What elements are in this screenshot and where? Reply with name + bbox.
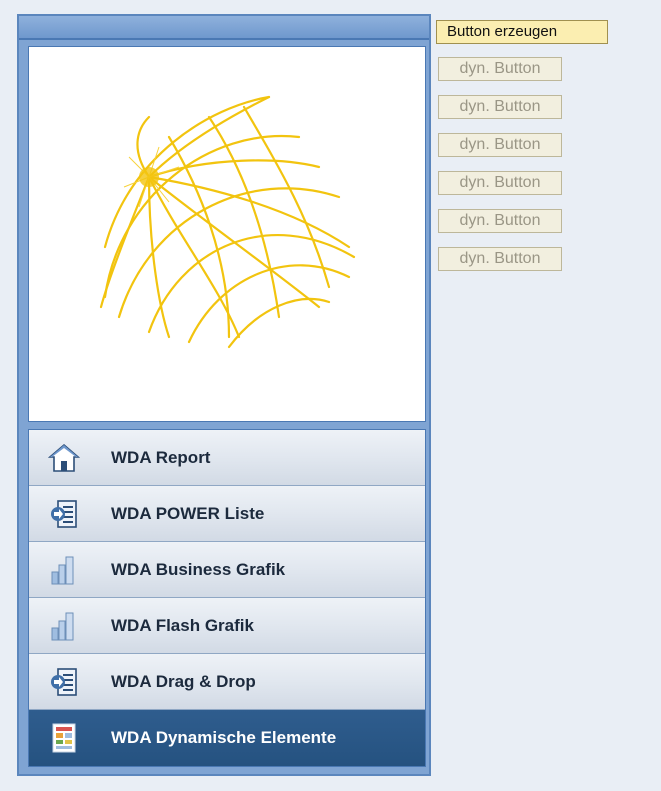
form-elements-icon [47, 721, 81, 755]
bar-chart-icon [47, 609, 81, 643]
nav-item-wda-power-liste[interactable]: WDA POWER Liste [29, 486, 425, 542]
navigation-list: WDA Report WDA POWER Liste WDA Business … [28, 429, 426, 767]
dynamic-button[interactable]: dyn. Button [438, 57, 562, 81]
nav-item-label: WDA Drag & Drop [111, 671, 256, 691]
logo-image-area [28, 46, 426, 422]
nav-item-label: WDA Business Grafik [111, 559, 286, 579]
list-transfer-icon [47, 665, 81, 699]
home-icon [47, 441, 81, 475]
nav-item-label: WDA Flash Grafik [111, 615, 254, 635]
bar-chart-icon [47, 553, 81, 587]
nav-item-wda-business-grafik[interactable]: WDA Business Grafik [29, 542, 425, 598]
dynamic-button-list: dyn. Button dyn. Button dyn. Button dyn.… [438, 57, 562, 285]
nav-item-wda-drag-drop[interactable]: WDA Drag & Drop [29, 654, 425, 710]
nav-item-wda-report[interactable]: WDA Report [29, 430, 425, 486]
globe-logo [99, 95, 356, 349]
nav-item-label: WDA Dynamische Elemente [111, 728, 337, 747]
nav-item-label: WDA POWER Liste [111, 503, 265, 523]
nav-item-wda-dynamische-elemente[interactable]: WDA Dynamische Elemente [29, 710, 425, 766]
dynamic-button[interactable]: dyn. Button [438, 247, 562, 271]
dynamic-button[interactable]: dyn. Button [438, 171, 562, 195]
navigation-panel: WDA Report WDA POWER Liste WDA Business … [17, 14, 431, 776]
nav-item-wda-flash-grafik[interactable]: WDA Flash Grafik [29, 598, 425, 654]
create-button[interactable]: Button erzeugen [436, 20, 608, 44]
list-transfer-icon [47, 497, 81, 531]
nav-item-label: WDA Report [111, 447, 211, 467]
dynamic-button[interactable]: dyn. Button [438, 95, 562, 119]
panel-header [19, 16, 429, 40]
dynamic-button[interactable]: dyn. Button [438, 209, 562, 233]
dynamic-button[interactable]: dyn. Button [438, 133, 562, 157]
